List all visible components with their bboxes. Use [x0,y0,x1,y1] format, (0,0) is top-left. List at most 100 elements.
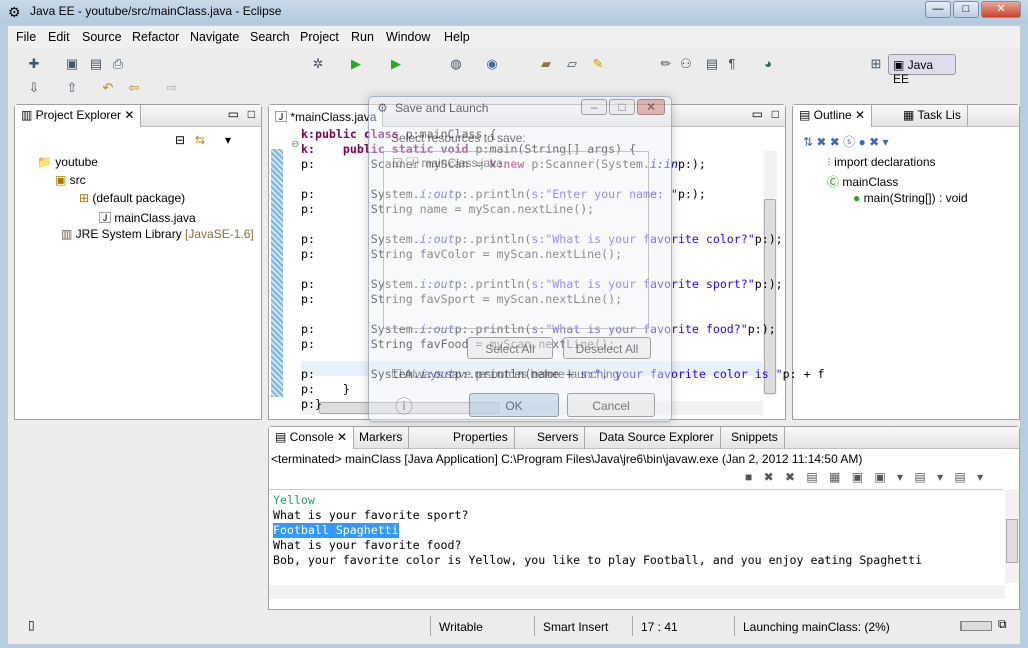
menu-file[interactable]: File [16,30,36,44]
tab-task-list[interactable]: ▦ Task Lis [897,105,968,127]
code-token: p:Scanner(System. [531,157,651,171]
forward-icon[interactable]: ⇨ [164,80,180,96]
search-icon[interactable]: ✎ [590,56,606,72]
menu-window[interactable]: Window [386,30,430,44]
code-token: p: System. [301,322,420,336]
code-token: s:"What is your favorite sport?" [531,277,755,291]
tab-data-source-explorer[interactable]: Data Source Explorer [593,427,721,449]
console-vertical-scrollbar[interactable] [1005,489,1019,583]
maximize-view-icon[interactable]: □ [248,107,255,121]
web-browser-icon[interactable]: ◕ [760,56,776,72]
block-select-icon[interactable]: ▤ [704,56,720,72]
change-ruler [271,149,283,397]
code-line: p: System.i:outp:.println(s:"Enter your … [301,187,825,202]
close-button[interactable]: ✕ [981,1,1021,18]
code-token: i:out [419,367,455,381]
selected-text: Football Spaghetti [273,523,399,538]
tab-markers[interactable]: Markers [353,427,410,449]
toggle-mark-icon[interactable]: ✏ [658,56,674,72]
debug-icon[interactable]: ✲ [310,56,326,72]
close-tab-icon[interactable]: ✕ [337,430,347,444]
console-output[interactable]: Yellow What is your favorite sport? Foot… [269,489,1003,583]
minimize-button[interactable]: — [925,1,951,18]
tab-mainclass-java[interactable]: 🄹 *mainClass.java [269,105,384,127]
new-server-icon[interactable]: ◍ [448,56,464,72]
minimize-view-icon[interactable]: ▭ [752,107,763,121]
code-token: i:out [419,187,455,201]
code-token: p:.println( [454,187,532,201]
save-icon[interactable]: ▣ [64,56,80,72]
run-icon[interactable]: ▶ [348,56,364,72]
progress-bar[interactable] [960,621,992,631]
tree-item-jre[interactable]: ▥ JRE System Library [JavaSE-1.6] [61,227,254,241]
code-line: p: String favSport = myScan.nextLine(); [301,292,825,307]
toggle-breadcrumb-icon[interactable]: ⚇ [678,56,694,72]
code-text[interactable]: k:public class p:mainClass {k: public st… [301,127,825,412]
menu-search[interactable]: Search [250,30,290,44]
menu-run[interactable]: Run [351,30,374,44]
menu-source[interactable]: Source [82,30,122,44]
tree-item-src[interactable]: ▣ src [55,173,86,187]
last-edit-icon[interactable]: ↶ [100,80,116,96]
fast-view-icon[interactable]: ▯ [28,618,35,632]
code-token: p:); [677,187,706,201]
menu-navigate[interactable]: Navigate [190,30,239,44]
tab-outline[interactable]: ▤ Outline ✕ [793,105,873,127]
console-toolbar-icons[interactable]: ■ ✖ ✖ ▤ ▦ ▣ ▣ ▾ ▤ ▾ ▤ ▾ [745,470,987,484]
tab-servers[interactable]: Servers [531,427,586,449]
menu-help[interactable]: Help [444,30,470,44]
class-icon: Ⓒ [827,175,843,189]
open-type-icon[interactable]: ▰ [538,56,554,72]
view-menu-icon[interactable]: ▾ [225,133,231,147]
tab-properties[interactable]: Properties [447,427,515,449]
outline-item-main[interactable]: ● main(String[]) : void [853,191,968,205]
outline-item-imports[interactable]: ⁝ import declarations [827,155,936,169]
save-all-icon[interactable]: ▤ [88,56,104,72]
prev-annotation-icon[interactable]: ⇧ [64,80,80,96]
tab-console[interactable]: ▤ Console ✕ [269,427,355,449]
task-list-icon: ▦ [903,108,918,122]
print-icon[interactable]: ⎙ [110,56,126,72]
back-icon[interactable]: ⇦ [126,80,142,96]
collapse-all-icon[interactable]: ⊟ [175,133,185,147]
code-line: p: String favFood = myScan.nextLine(); [301,337,825,352]
tree-item-package[interactable]: ⊞ (default package) [79,191,185,205]
code-token: s:", your favorite color is " [580,367,783,381]
tree-item-project[interactable]: 📁 youtube [37,155,98,169]
menu-edit[interactable]: Edit [48,30,70,44]
tree-item-mainclass[interactable]: 🄹 mainClass.java [99,209,196,226]
title-bar: ⚙ Java EE - youtube/src/mainClass.java -… [0,0,1028,24]
next-annotation-icon[interactable]: ⇩ [26,80,42,96]
perspective-java-ee[interactable]: ▣ Java EE [888,54,956,86]
outline-item-class[interactable]: Ⓒ mainClass [827,173,898,190]
code-token: p: System. [301,232,420,246]
outline-panel: ▤ Outline ✕ ▦ Task Lis ⇅ ✖ ✖ ⓢ ● ✖ ▾ ⁝ i… [792,104,1020,420]
code-token: k: public static void [301,142,476,156]
tab-snippets[interactable]: Snippets [725,427,785,449]
show-whitespace-icon[interactable]: ¶ [724,56,740,72]
new-service-icon[interactable]: ◉ [484,56,500,72]
maximize-button[interactable]: □ [953,1,979,18]
code-token: p: String name = myScan.nextLine(); [301,202,595,216]
minimize-view-icon[interactable]: ▭ [228,107,239,121]
method-icon: ● [853,191,864,205]
link-editor-icon[interactable]: ⇆ [195,133,205,147]
menu-refactor[interactable]: Refactor [132,30,179,44]
tab-project-explorer[interactable]: ▥ Project Explorer ✕ [15,105,142,127]
project-explorer-icon: ▥ [21,108,36,122]
fold-icon[interactable]: ⊖ [291,139,299,150]
open-task-icon[interactable]: ▱ [564,56,580,72]
console-horizontal-scrollbar[interactable] [269,585,1005,599]
open-perspective-icon[interactable]: ⊞ [868,56,884,72]
progress-view-icon[interactable]: ⧉ [998,617,1007,632]
menu-project[interactable]: Project [300,30,339,44]
close-tab-icon[interactable]: ✕ [855,108,865,122]
close-tab-icon[interactable]: ✕ [124,108,134,122]
external-tools-icon[interactable]: ▶ [388,56,404,72]
new-icon[interactable]: ✚ [26,56,42,72]
maximize-view-icon[interactable]: □ [772,107,779,121]
status-writable: Writable [430,616,530,636]
